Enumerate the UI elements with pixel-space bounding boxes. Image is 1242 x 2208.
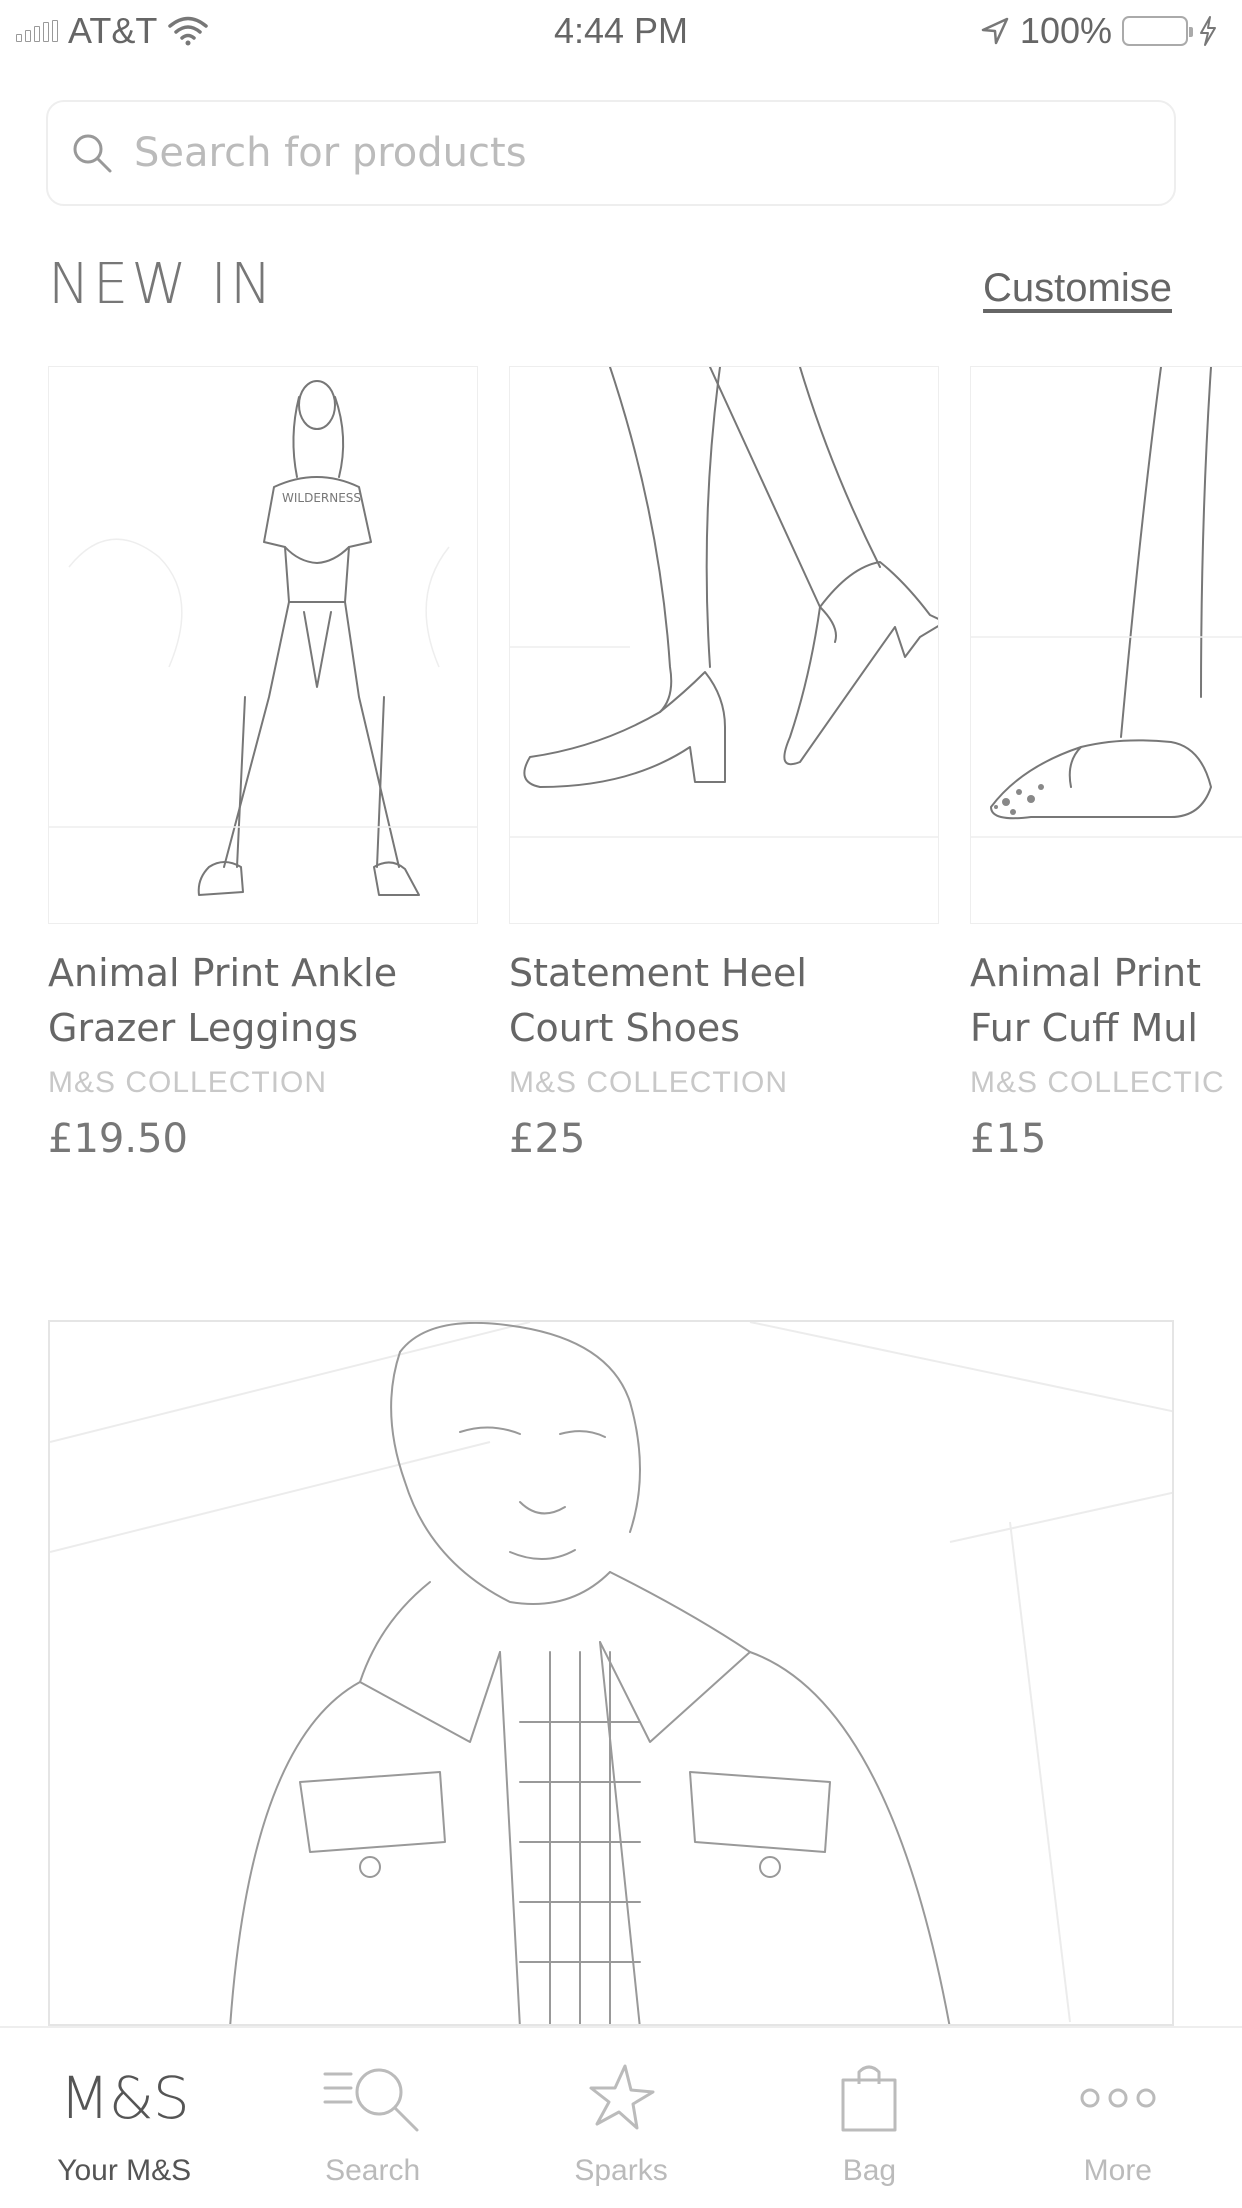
battery-percent: 100% (1019, 10, 1112, 51)
ms-logo-icon: M&S (59, 2058, 190, 2138)
search-icon (73, 134, 112, 173)
status-bar: AT&T 4:44 PM 100% (0, 0, 1242, 62)
product-name-line: Statement Heel (509, 951, 807, 995)
product-card[interactable]: Statement Heel Court Shoes M&S COLLECTIO… (509, 366, 939, 1162)
promo-banner-image[interactable] (48, 1320, 1174, 2026)
product-card[interactable]: Animal Print Fur Cuff Mul M&S COLLECTIC … (970, 366, 1242, 1162)
product-price: £19.50 (48, 1116, 188, 1162)
location-arrow-icon (981, 17, 1009, 45)
search-bar[interactable] (46, 100, 1176, 206)
product-name: Statement Heel Court Shoes (509, 946, 939, 1056)
star-icon (585, 2058, 657, 2138)
product-carousel[interactable]: WILDERNESS Animal Print Ankle Grazer Leg… (48, 366, 1242, 1196)
product-name-line: Grazer Leggings (48, 1006, 359, 1050)
product-brand: M&S COLLECTIC (970, 1066, 1225, 1099)
tab-more[interactable]: More (994, 2028, 1242, 2208)
tab-your-ms[interactable]: M&S Your M&S (0, 2028, 248, 2208)
product-image (970, 366, 1242, 924)
product-image (509, 366, 939, 924)
product-name-line: Animal Print Ankle (48, 951, 398, 995)
search-list-icon (321, 2058, 425, 2138)
customise-link[interactable]: Customise (983, 266, 1172, 311)
tab-bar: M&S Your M&S Search Sparks Bag More (0, 2026, 1242, 2208)
svg-text:WILDERNESS: WILDERNESS (282, 491, 361, 505)
tab-label: More (1083, 2154, 1152, 2187)
product-card[interactable]: WILDERNESS Animal Print Ankle Grazer Leg… (48, 366, 478, 1162)
product-name-line: Court Shoes (509, 1006, 741, 1050)
tab-label: Bag (842, 2154, 897, 2187)
product-name: Animal Print Fur Cuff Mul (970, 946, 1242, 1056)
tab-bag[interactable]: Bag (745, 2028, 993, 2208)
tab-sparks[interactable]: Sparks (497, 2028, 745, 2208)
battery-icon (1122, 16, 1193, 46)
tab-label: Your M&S (57, 2154, 192, 2187)
product-name-line: Fur Cuff Mul (970, 1006, 1198, 1050)
product-brand: M&S COLLECTION (509, 1066, 789, 1099)
search-input[interactable] (134, 130, 1134, 176)
product-price: £25 (509, 1116, 586, 1162)
status-right: 100% (980, 10, 1218, 52)
tab-label: Sparks (574, 2154, 668, 2187)
ms-logo-text: M&S (59, 2064, 190, 2132)
product-image: WILDERNESS (48, 366, 478, 924)
product-brand: M&S COLLECTION (48, 1066, 328, 1099)
product-name-line: Animal Print (970, 951, 1201, 995)
charging-bolt-icon (1200, 16, 1216, 46)
bag-icon (839, 2058, 899, 2138)
tab-search[interactable]: Search (248, 2028, 496, 2208)
more-dots-icon (1078, 2058, 1158, 2138)
product-name: Animal Print Ankle Grazer Leggings (48, 946, 478, 1056)
product-price: £15 (970, 1116, 1047, 1162)
section-title: NEW IN (48, 252, 275, 317)
tab-label: Search (325, 2154, 421, 2187)
